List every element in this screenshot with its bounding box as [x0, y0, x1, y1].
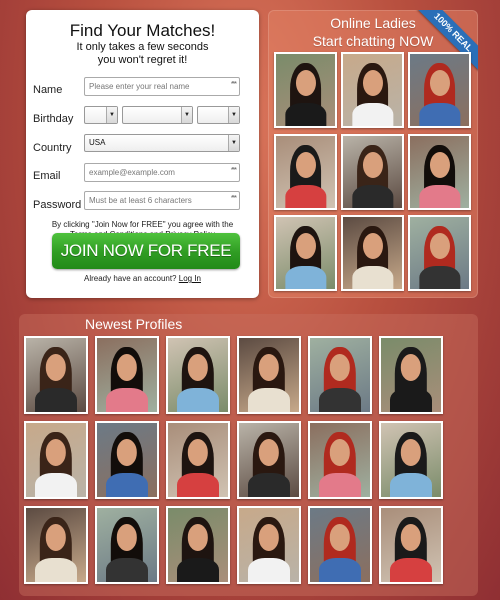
- login-prompt: Already have an account? Log In: [26, 274, 259, 283]
- newest-profile-photo[interactable]: [379, 336, 443, 414]
- email-field[interactable]: example@example.com ***: [84, 163, 240, 182]
- email-placeholder: example@example.com: [89, 168, 175, 177]
- form-title: Find Your Matches!: [69, 21, 216, 40]
- chevron-down-icon: ▼: [228, 107, 239, 123]
- form-subtitle-line1: It only takes a few seconds: [76, 41, 209, 53]
- email-label: Email: [33, 170, 61, 182]
- newest-profile-photo[interactable]: [95, 506, 159, 584]
- newest-profile-photo[interactable]: [95, 336, 159, 414]
- chevron-down-icon: ▼: [228, 135, 239, 151]
- required-marker: ***: [230, 167, 237, 174]
- password-placeholder: Must be at least 6 characters: [89, 196, 192, 205]
- signup-form: Find Your Matches! It only takes a few s…: [26, 10, 259, 298]
- password-label: Password: [33, 199, 82, 211]
- terms-text: By clicking "Join Now for FREE" you agre…: [51, 220, 234, 229]
- newest-profile-photo[interactable]: [379, 506, 443, 584]
- form-subtitle-line2: you won't regret it!: [97, 54, 188, 66]
- online-profile-photo[interactable]: [341, 215, 404, 291]
- newest-profile-photo[interactable]: [24, 336, 88, 414]
- name-field[interactable]: Please enter your real name ***: [84, 77, 240, 96]
- country-label: Country: [33, 142, 72, 154]
- newest-profile-photo[interactable]: [166, 336, 230, 414]
- newest-profile-photo[interactable]: [308, 506, 372, 584]
- form-subtitle: It only takes a few seconds you won't re…: [26, 41, 259, 67]
- required-marker: ***: [230, 81, 237, 88]
- password-field[interactable]: Must be at least 6 characters ***: [84, 191, 240, 210]
- online-profile-photo[interactable]: [341, 52, 404, 128]
- newest-profile-photo[interactable]: [24, 421, 88, 499]
- online-profile-photo[interactable]: [274, 134, 337, 210]
- birthday-year-select[interactable]: ▼: [197, 106, 240, 124]
- online-ladies-panel: Online Ladies Start chatting NOW 100% RE…: [268, 10, 478, 298]
- required-marker: ***: [230, 195, 237, 202]
- newest-title: Newest Profiles: [85, 316, 183, 332]
- newest-profile-photo[interactable]: [24, 506, 88, 584]
- newest-profile-photo[interactable]: [166, 506, 230, 584]
- chevron-down-icon: ▼: [106, 107, 117, 123]
- login-prompt-text: Already have an account?: [84, 274, 177, 283]
- newest-profile-photo[interactable]: [166, 421, 230, 499]
- online-profile-photo[interactable]: [341, 134, 404, 210]
- online-profile-photo[interactable]: [408, 52, 471, 128]
- newest-profile-photo[interactable]: [237, 336, 301, 414]
- newest-profile-photo[interactable]: [95, 421, 159, 499]
- join-now-button[interactable]: JOIN NOW FOR FREE: [52, 233, 240, 269]
- name-placeholder: Please enter your real name: [89, 82, 190, 91]
- chevron-down-icon: ▼: [181, 107, 192, 123]
- online-profile-photo[interactable]: [274, 215, 337, 291]
- newest-profile-photo[interactable]: [308, 336, 372, 414]
- online-profile-photo[interactable]: [274, 52, 337, 128]
- online-profile-photo[interactable]: [408, 134, 471, 210]
- birthday-month-select[interactable]: ▼: [84, 106, 118, 124]
- newest-profile-photo[interactable]: [237, 506, 301, 584]
- name-label: Name: [33, 84, 63, 96]
- birthday-day-select[interactable]: ▼: [122, 106, 193, 124]
- country-select[interactable]: USA ▼: [84, 134, 240, 152]
- newest-profiles-panel: Newest Profiles: [19, 314, 478, 596]
- newest-profile-photo[interactable]: [237, 421, 301, 499]
- newest-profile-photo[interactable]: [379, 421, 443, 499]
- birthday-label: Birthday: [33, 113, 74, 125]
- newest-profile-photo[interactable]: [308, 421, 372, 499]
- login-link[interactable]: Log In: [179, 274, 201, 283]
- country-value: USA: [89, 138, 106, 147]
- online-profile-photo[interactable]: [408, 215, 471, 291]
